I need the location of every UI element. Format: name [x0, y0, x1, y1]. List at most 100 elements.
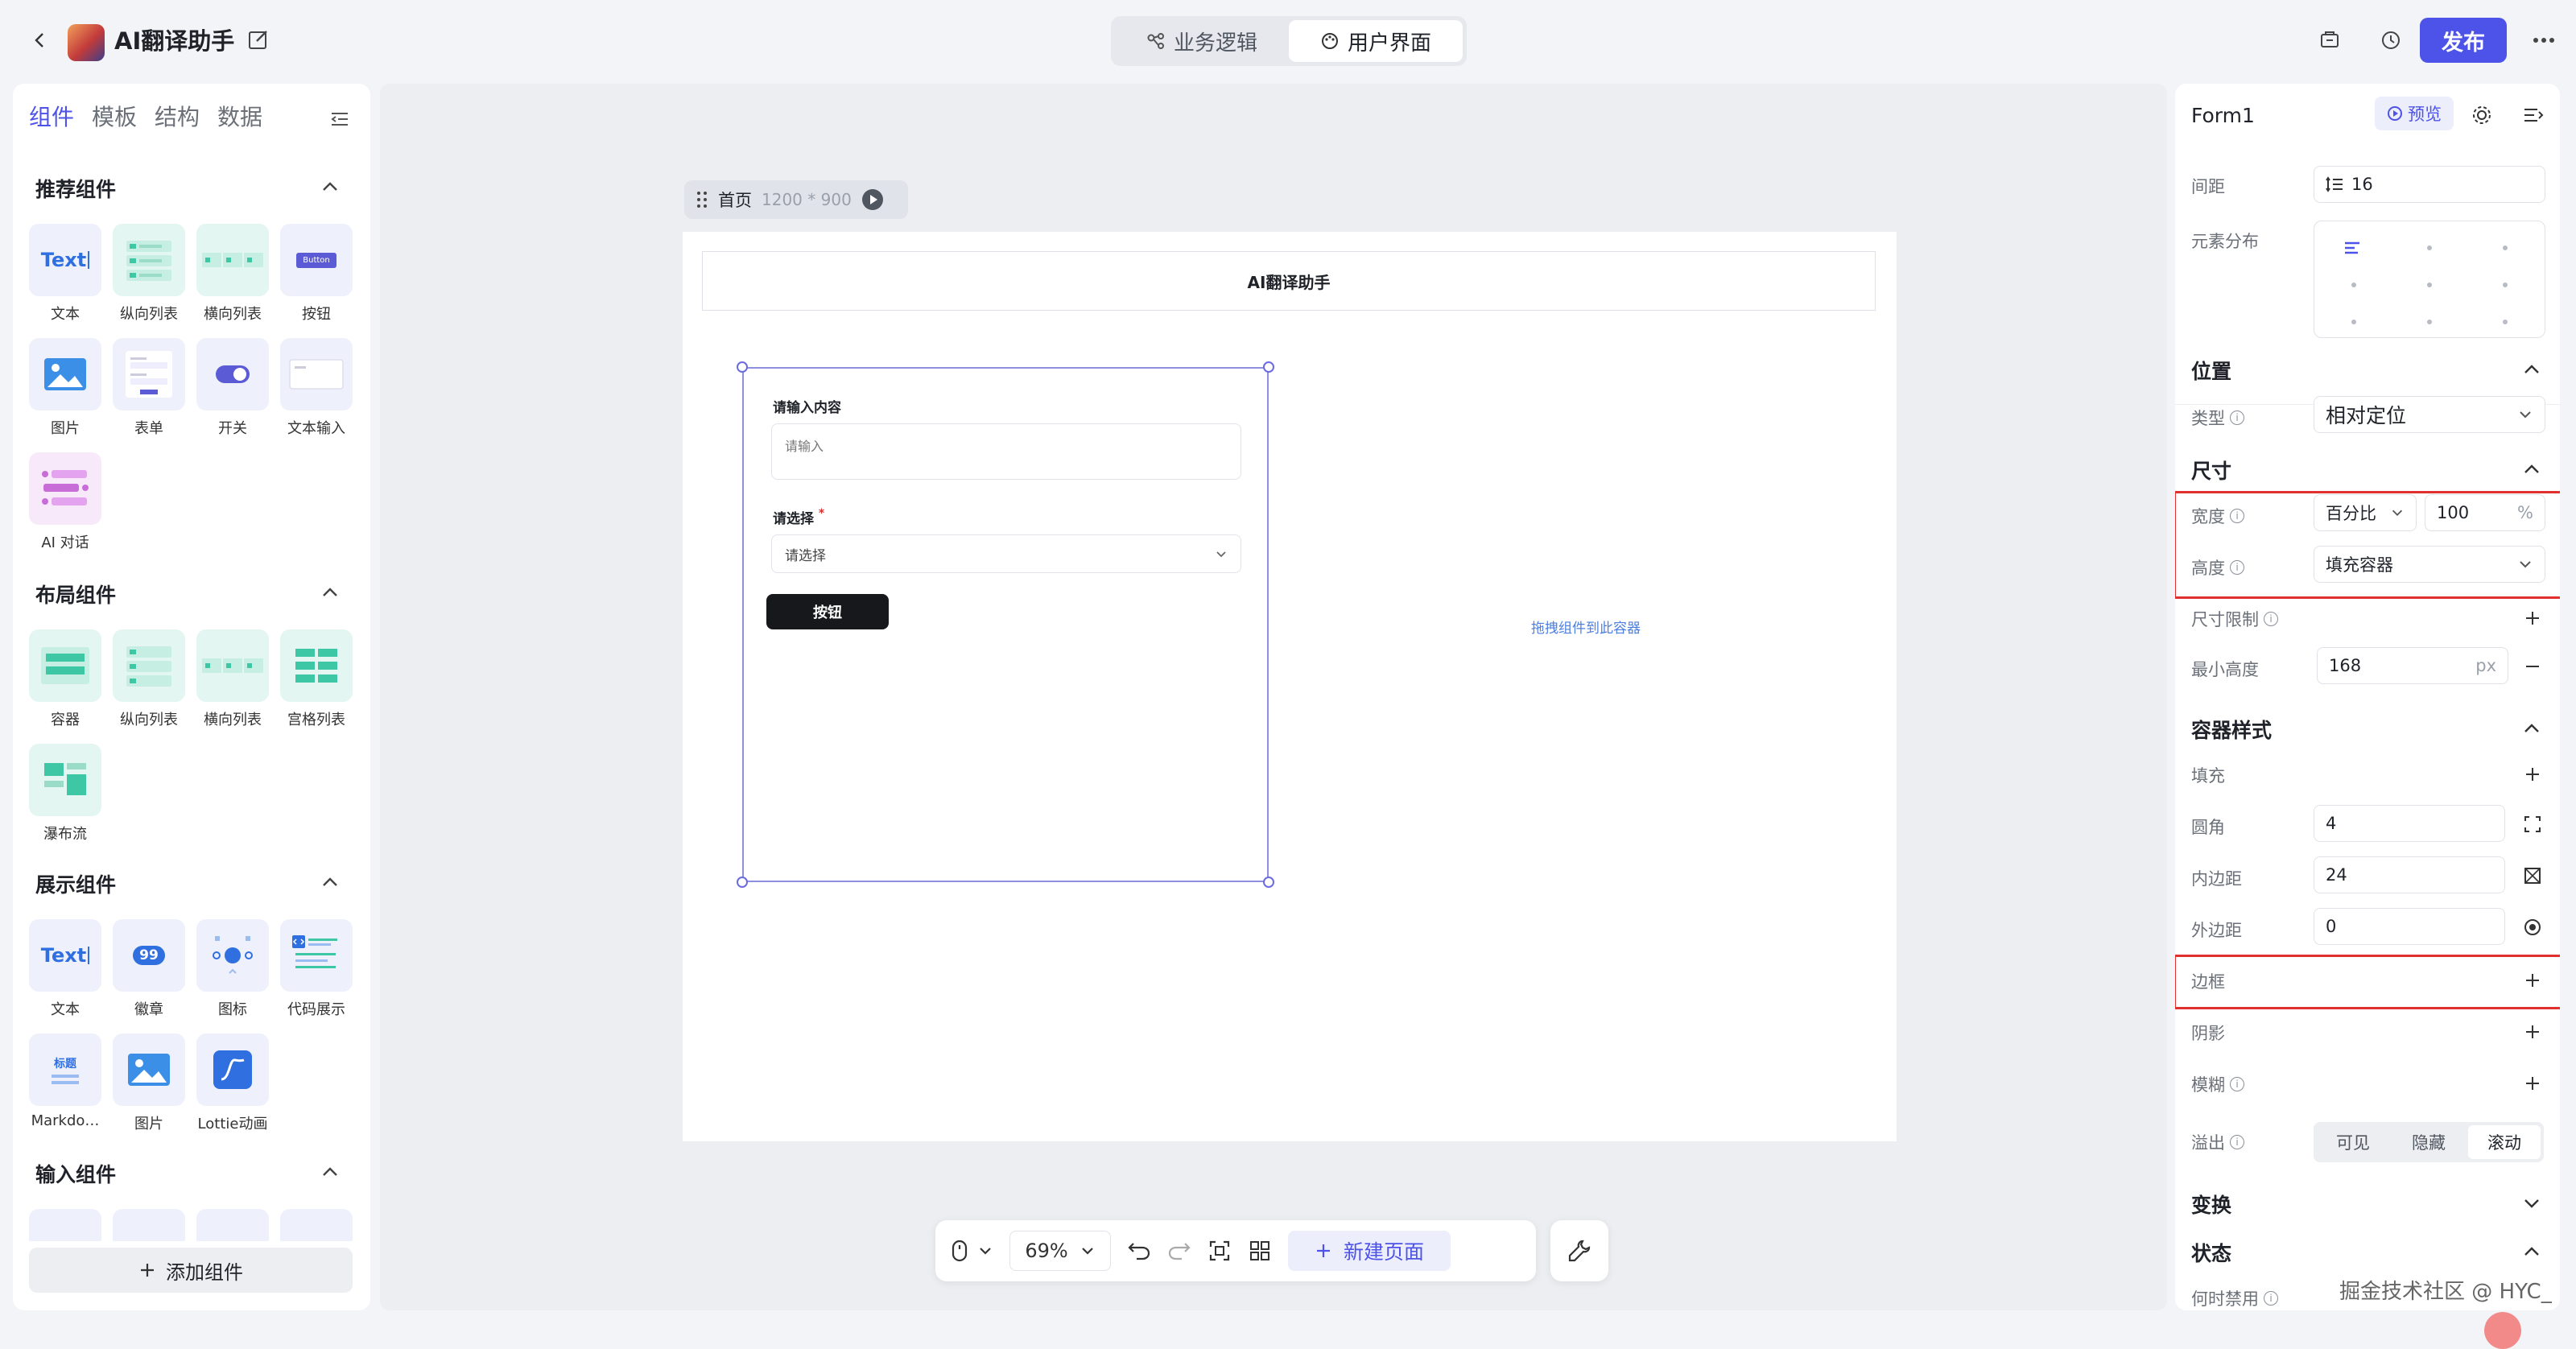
- component-switch[interactable]: 开关: [191, 338, 275, 438]
- padding-icon[interactable]: [2521, 864, 2544, 887]
- component-markdown[interactable]: 标题 Markdo…: [23, 1033, 107, 1133]
- add-blur-icon[interactable]: [2521, 1072, 2544, 1095]
- component-lottie[interactable]: Lottie动画: [191, 1033, 275, 1133]
- chevron-up-icon[interactable]: [2520, 1240, 2544, 1264]
- component-text[interactable]: Text 文本: [23, 919, 107, 1019]
- play-icon[interactable]: [861, 188, 884, 211]
- position-type-select[interactable]: 相对定位: [2314, 396, 2545, 433]
- component-image[interactable]: 图片: [23, 338, 107, 438]
- chevron-down-icon[interactable]: [2520, 1191, 2544, 1215]
- component-image[interactable]: 图片: [107, 1033, 191, 1133]
- page-canvas[interactable]: AI翻译助手 请输入内容 请输入 请选择 * 请选择 按钮 拖拽组件到此容器: [683, 232, 1897, 1141]
- component-horizontal-list[interactable]: 横向列表: [191, 629, 275, 729]
- page-header[interactable]: AI翻译助手: [702, 251, 1876, 311]
- component-vertical-list[interactable]: 纵向列表: [107, 629, 191, 729]
- form-text-input[interactable]: 请输入: [771, 423, 1241, 480]
- edit-icon[interactable]: [246, 27, 272, 53]
- spacing-input[interactable]: 16: [2314, 166, 2545, 203]
- disable-when-label: 何时禁用 i: [2191, 1286, 2278, 1310]
- component-input-item[interactable]: [191, 1209, 275, 1241]
- preview-button[interactable]: 预览: [2375, 97, 2454, 130]
- collapse-panel-icon[interactable]: [328, 108, 353, 132]
- gear-icon[interactable]: [2470, 103, 2494, 127]
- page-tag[interactable]: 首页 1200 * 900: [684, 180, 908, 219]
- add-size-limit-icon[interactable]: [2521, 607, 2544, 629]
- component-input-item[interactable]: [107, 1209, 191, 1241]
- overflow-hidden[interactable]: 隐藏: [2392, 1125, 2465, 1159]
- top-actions: [2314, 24, 2407, 56]
- component-horizontal-list[interactable]: 横向列表: [191, 224, 275, 324]
- margin-input[interactable]: 0: [2314, 908, 2505, 945]
- tab-components[interactable]: 组件: [29, 101, 74, 134]
- zoom-select[interactable]: 69%: [1009, 1231, 1111, 1271]
- component-code-display[interactable]: 代码展示: [275, 919, 358, 1019]
- avatar[interactable]: [2484, 1312, 2521, 1349]
- padding-input[interactable]: 24: [2314, 856, 2505, 893]
- component-ai-chat[interactable]: AI 对话: [23, 452, 107, 552]
- width-mode-select[interactable]: 百分比: [2314, 494, 2417, 531]
- tab-business-logic[interactable]: 业务逻辑: [1115, 20, 1289, 62]
- component-button[interactable]: Button 按钮: [275, 224, 358, 324]
- overflow-scroll[interactable]: 滚动: [2468, 1125, 2541, 1159]
- tab-user-interface[interactable]: 用户界面: [1289, 20, 1463, 62]
- tab-structure[interactable]: 结构: [155, 101, 200, 134]
- component-badge[interactable]: 99 徽章: [107, 919, 191, 1019]
- more-icon[interactable]: [2528, 24, 2560, 56]
- publish-button[interactable]: 发布: [2420, 18, 2507, 63]
- component-input-item[interactable]: [23, 1209, 107, 1241]
- layout-button[interactable]: [1248, 1231, 1272, 1271]
- component-form[interactable]: 表单: [107, 338, 191, 438]
- margin-icon[interactable]: [2521, 916, 2544, 939]
- form-select[interactable]: 请选择: [771, 534, 1241, 573]
- remove-min-height-icon[interactable]: [2521, 655, 2544, 678]
- add-border-icon[interactable]: [2521, 969, 2544, 992]
- component-icon[interactable]: 图标: [191, 919, 275, 1019]
- redo-button[interactable]: [1167, 1231, 1191, 1271]
- undo-button[interactable]: [1127, 1231, 1151, 1271]
- chevron-up-icon[interactable]: [319, 871, 341, 893]
- resize-handle[interactable]: [737, 361, 748, 373]
- chevron-up-icon[interactable]: [2520, 716, 2544, 741]
- fit-screen-button[interactable]: [1208, 1231, 1232, 1271]
- state-section: 状态: [2191, 1242, 2232, 1265]
- component-vertical-list[interactable]: 纵向列表: [107, 224, 191, 324]
- component-input-item[interactable]: [275, 1209, 358, 1241]
- resize-handle[interactable]: [1263, 361, 1274, 373]
- history-icon[interactable]: [2375, 24, 2407, 56]
- resize-handle[interactable]: [1263, 877, 1274, 888]
- chevron-up-icon[interactable]: [319, 1161, 341, 1183]
- text-input-component-icon: [280, 338, 353, 410]
- height-select[interactable]: 填充容器: [2314, 546, 2545, 583]
- min-height-input[interactable]: 168 px: [2317, 647, 2508, 684]
- tab-data[interactable]: 数据: [217, 101, 262, 134]
- radius-input[interactable]: 4: [2314, 805, 2505, 842]
- chevron-up-icon[interactable]: [319, 581, 341, 604]
- chevron-up-icon[interactable]: [2520, 457, 2544, 481]
- add-shadow-icon[interactable]: [2521, 1021, 2544, 1043]
- back-icon[interactable]: [24, 24, 56, 56]
- corner-radius-icon[interactable]: [2521, 813, 2544, 835]
- tab-templates[interactable]: 模板: [92, 101, 137, 134]
- width-value-input[interactable]: 100 %: [2425, 494, 2545, 531]
- drag-handle-icon[interactable]: [696, 190, 708, 209]
- panel-menu-icon[interactable]: [2521, 103, 2545, 127]
- component-text-input[interactable]: 文本输入: [275, 338, 358, 438]
- resize-handle[interactable]: [737, 877, 748, 888]
- chevron-up-icon[interactable]: [319, 175, 341, 198]
- component-text[interactable]: Text 文本: [23, 224, 107, 324]
- pointer-mode-button[interactable]: [950, 1231, 993, 1271]
- form-container[interactable]: 请输入内容 请输入 请选择 * 请选择 按钮: [737, 361, 1274, 888]
- tools-button[interactable]: [1550, 1220, 1608, 1281]
- distribution-grid[interactable]: [2314, 221, 2545, 338]
- component-container[interactable]: 容器: [23, 629, 107, 729]
- form-submit-button[interactable]: 按钮: [766, 594, 889, 629]
- component-waterfall[interactable]: 瀑布流: [23, 744, 107, 844]
- width-label: 宽度 i: [2191, 504, 2244, 528]
- save-icon[interactable]: [2314, 24, 2346, 56]
- component-grid-list[interactable]: 宫格列表: [275, 629, 358, 729]
- overflow-visible[interactable]: 可见: [2317, 1125, 2389, 1159]
- add-component-button[interactable]: 添加组件: [29, 1248, 353, 1293]
- new-page-button[interactable]: 新建页面: [1288, 1231, 1451, 1271]
- add-fill-icon[interactable]: [2521, 763, 2544, 786]
- chevron-up-icon[interactable]: [2520, 357, 2544, 382]
